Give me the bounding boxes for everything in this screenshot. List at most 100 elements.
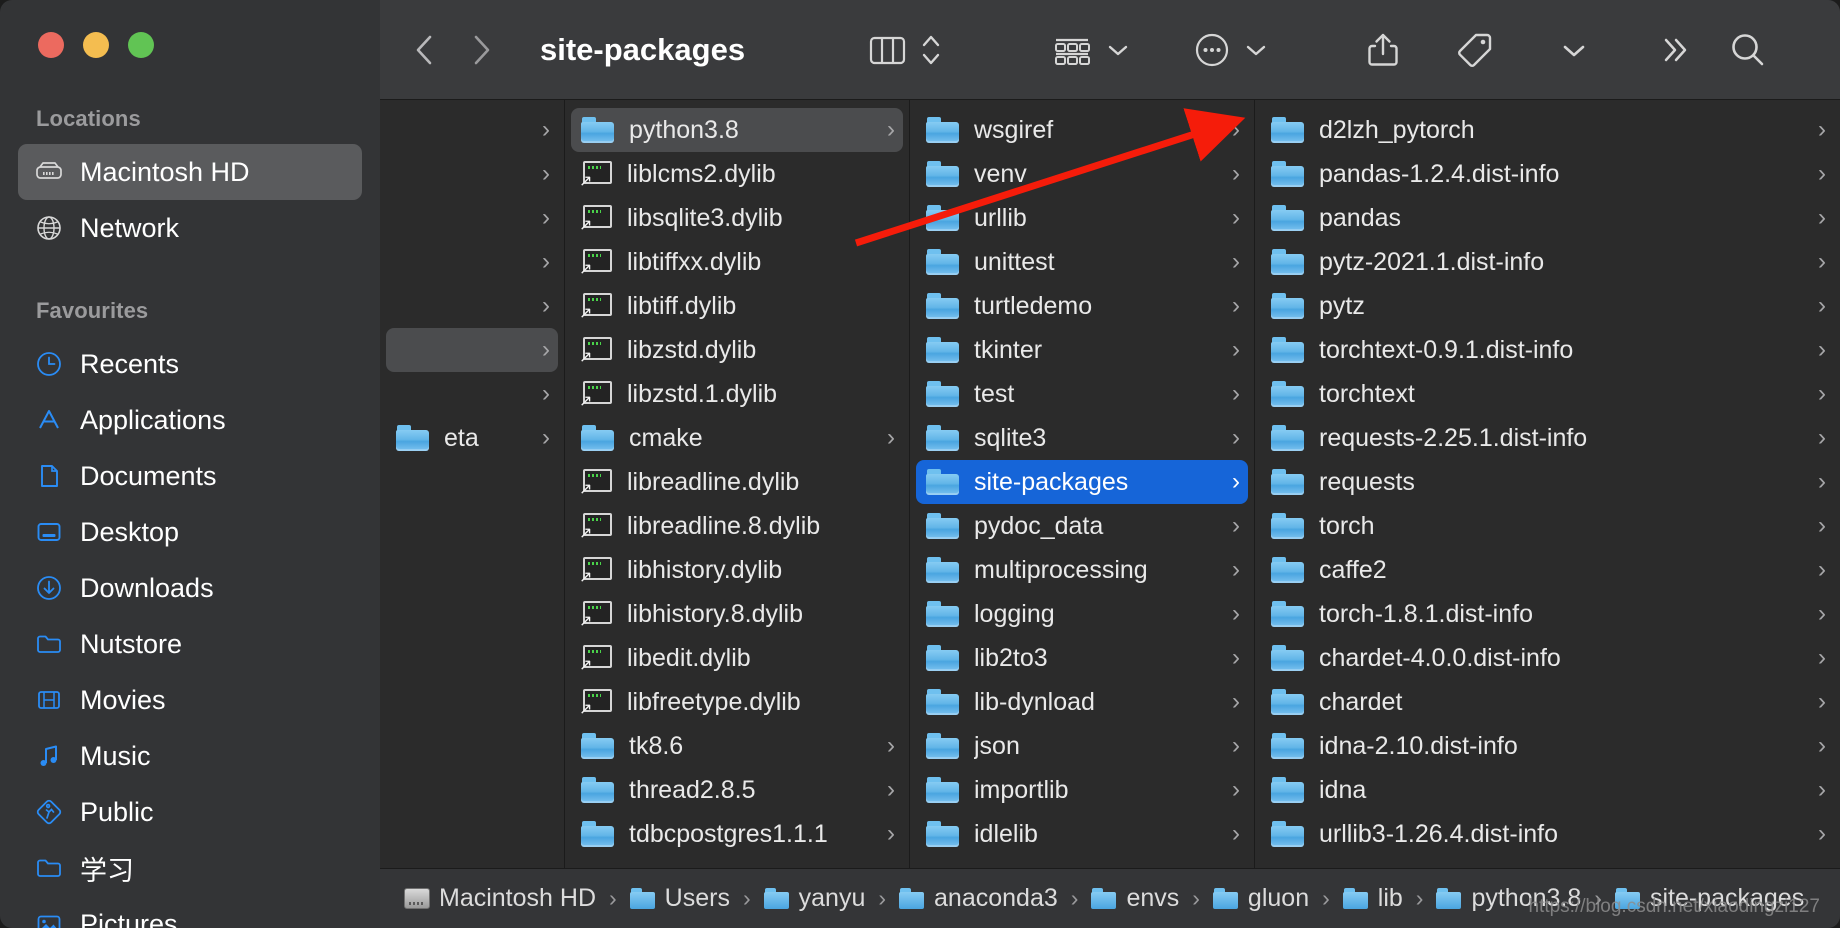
file-row[interactable]: multiprocessing › <box>916 548 1248 592</box>
disclosure-chevron-icon[interactable]: › <box>1818 776 1826 804</box>
disclosure-chevron-icon[interactable]: › <box>887 732 895 760</box>
file-row[interactable]: torch › <box>1261 504 1834 548</box>
sidebar-item-desktop[interactable]: Desktop <box>18 504 362 560</box>
zoom-button[interactable] <box>128 32 154 58</box>
disclosure-chevron-icon[interactable]: › <box>1818 512 1826 540</box>
file-row[interactable]: ↗ libzstd.1.dylib <box>571 372 903 416</box>
tag-icon[interactable] <box>1453 28 1497 72</box>
file-row[interactable]: ↗ libsqlite3.dylib <box>571 196 903 240</box>
file-row[interactable]: › <box>386 372 558 416</box>
chevron-down-icon[interactable] <box>1095 43 1129 57</box>
file-row[interactable]: chardet › <box>1261 680 1834 724</box>
sidebar-item-recents[interactable]: Recents <box>18 336 362 392</box>
file-row[interactable]: urllib3-1.26.4.dist-info › <box>1261 812 1834 856</box>
forward-button[interactable] <box>468 33 494 67</box>
disclosure-chevron-icon[interactable]: › <box>1818 380 1826 408</box>
file-row[interactable]: pytz › <box>1261 284 1834 328</box>
file-row[interactable]: lib2to3 › <box>916 636 1248 680</box>
disclosure-chevron-icon[interactable]: › <box>1818 336 1826 364</box>
file-row[interactable]: › <box>386 152 558 196</box>
disclosure-chevron-icon[interactable]: › <box>1232 644 1240 672</box>
sidebar-item-public[interactable]: Public <box>18 784 362 840</box>
breadcrumb-item[interactable]: lib <box>1342 884 1403 913</box>
disclosure-chevron-icon[interactable]: › <box>1818 204 1826 232</box>
file-row[interactable]: lib-dynload › <box>916 680 1248 724</box>
file-row[interactable]: pandas-1.2.4.dist-info › <box>1261 152 1834 196</box>
breadcrumb-item[interactable]: python3.8 <box>1436 884 1581 913</box>
column-partial-left[interactable]: › › › › › › › eta › <box>380 100 565 868</box>
file-row[interactable]: pandas › <box>1261 196 1834 240</box>
file-row[interactable]: sqlite3 › <box>916 416 1248 460</box>
file-row[interactable]: idna › <box>1261 768 1834 812</box>
file-row[interactable]: python3.8 › <box>571 108 903 152</box>
file-row[interactable]: cmake › <box>571 416 903 460</box>
search-icon[interactable] <box>1727 29 1769 71</box>
sidebar-item-xuexi[interactable]: 学习 <box>18 840 362 896</box>
column-lib[interactable]: python3.8 › ↗ liblcms2.dylib ↗ libsqlite3.dyl… <box>565 100 910 868</box>
disclosure-chevron-icon[interactable]: › <box>1232 776 1240 804</box>
file-row[interactable]: requests › <box>1261 460 1834 504</box>
file-row[interactable]: torchtext › <box>1261 372 1834 416</box>
sidebar-item-music[interactable]: Music <box>18 728 362 784</box>
file-row[interactable]: › <box>386 196 558 240</box>
breadcrumb-item[interactable]: gluon <box>1212 884 1309 913</box>
double-chevron-icon[interactable] <box>1659 32 1693 68</box>
file-row[interactable]: pytz-2021.1.dist-info › <box>1261 240 1834 284</box>
file-row[interactable]: tdbcpostgres1.1.1 › <box>571 812 903 856</box>
file-row[interactable]: logging › <box>916 592 1248 636</box>
disclosure-chevron-icon[interactable]: › <box>1232 424 1240 452</box>
file-row[interactable]: turtledemo › <box>916 284 1248 328</box>
file-row[interactable]: unittest › <box>916 240 1248 284</box>
file-row[interactable]: site-packages › <box>916 460 1248 504</box>
disclosure-chevron-icon[interactable]: › <box>1818 644 1826 672</box>
disclosure-chevron-icon[interactable]: › <box>542 116 550 144</box>
sidebar-item-applications[interactable]: Applications <box>18 392 362 448</box>
share-icon[interactable] <box>1363 28 1403 72</box>
disclosure-chevron-icon[interactable]: › <box>542 336 550 364</box>
sidebar-item-macintosh-hd[interactable]: Macintosh HD <box>18 144 362 200</box>
sidebar-item-downloads[interactable]: Downloads <box>18 560 362 616</box>
file-row[interactable]: eta › <box>386 416 558 460</box>
chevron-down-icon[interactable] <box>1233 43 1267 57</box>
file-row[interactable]: requests-2.25.1.dist-info › <box>1261 416 1834 460</box>
column-site-packages[interactable]: d2lzh_pytorch › pandas-1.2.4.dist-info › pan… <box>1255 100 1840 868</box>
breadcrumb-item[interactable]: Users <box>629 884 730 913</box>
file-row[interactable]: urllib › <box>916 196 1248 240</box>
disclosure-chevron-icon[interactable]: › <box>1232 116 1240 144</box>
minimize-button[interactable] <box>83 32 109 58</box>
file-row[interactable]: venv › <box>916 152 1248 196</box>
disclosure-chevron-icon[interactable]: › <box>1818 116 1826 144</box>
sidebar-item-movies[interactable]: Movies <box>18 672 362 728</box>
column-python38[interactable]: wsgiref › venv › urllib › unittest › turtledemo ›… <box>910 100 1255 868</box>
disclosure-chevron-icon[interactable]: › <box>1818 820 1826 848</box>
breadcrumb-item[interactable]: site-packages <box>1614 884 1804 913</box>
group-by-icon[interactable] <box>1049 32 1095 68</box>
disclosure-chevron-icon[interactable]: › <box>1818 424 1826 452</box>
file-row[interactable]: ↗ libedit.dylib <box>571 636 903 680</box>
file-row[interactable]: ↗ liblcms2.dylib <box>571 152 903 196</box>
disclosure-chevron-icon[interactable]: › <box>887 820 895 848</box>
file-row[interactable]: pydoc_data › <box>916 504 1248 548</box>
column-view-icon[interactable] <box>865 32 909 68</box>
disclosure-chevron-icon[interactable]: › <box>1232 292 1240 320</box>
sidebar-item-nutstore[interactable]: Nutstore <box>18 616 362 672</box>
disclosure-chevron-icon[interactable]: › <box>1232 380 1240 408</box>
file-row[interactable]: thread2.8.5 › <box>571 768 903 812</box>
disclosure-chevron-icon[interactable]: › <box>1232 556 1240 584</box>
disclosure-chevron-icon[interactable]: › <box>542 424 550 452</box>
disclosure-chevron-icon[interactable]: › <box>542 248 550 276</box>
disclosure-chevron-icon[interactable]: › <box>1818 292 1826 320</box>
disclosure-chevron-icon[interactable]: › <box>887 424 895 452</box>
sidebar-item-documents[interactable]: Documents <box>18 448 362 504</box>
file-row[interactable]: ↗ libreadline.8.dylib <box>571 504 903 548</box>
disclosure-chevron-icon[interactable]: › <box>1818 160 1826 188</box>
disclosure-chevron-icon[interactable]: › <box>887 776 895 804</box>
file-row[interactable]: test › <box>916 372 1248 416</box>
breadcrumb-item[interactable]: yanyu <box>763 884 865 913</box>
disclosure-chevron-icon[interactable]: › <box>1818 688 1826 716</box>
file-row[interactable]: ↗ libtiffxx.dylib <box>571 240 903 284</box>
close-button[interactable] <box>38 32 64 58</box>
disclosure-chevron-icon[interactable]: › <box>1818 468 1826 496</box>
disclosure-chevron-icon[interactable]: › <box>1232 820 1240 848</box>
disclosure-chevron-icon[interactable]: › <box>887 116 895 144</box>
